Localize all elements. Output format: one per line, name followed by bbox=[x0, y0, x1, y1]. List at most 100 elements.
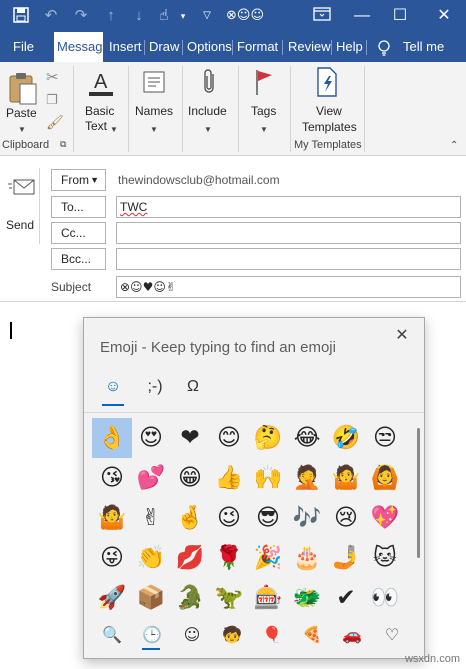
emoji-cell[interactable]: 🤔 bbox=[248, 418, 288, 458]
emoji-cell[interactable]: 🤞 bbox=[170, 498, 210, 538]
tags-button[interactable]: Tags ▼ bbox=[244, 66, 284, 138]
close-button[interactable]: ✕ bbox=[424, 0, 464, 32]
emoji-cell[interactable]: 🙆 bbox=[365, 458, 405, 498]
emoji-cell[interactable]: 😍 bbox=[131, 418, 171, 458]
emoji-cell[interactable]: 🤷 bbox=[92, 498, 132, 538]
emoji-cell[interactable]: 📦 bbox=[131, 578, 171, 618]
emoji-cell[interactable]: 💋 bbox=[170, 538, 210, 578]
emoji-cell[interactable]: 🌹 bbox=[209, 538, 249, 578]
category-smileys-icon[interactable]: ☺ bbox=[177, 622, 207, 648]
emoji-cell[interactable]: 🦖 bbox=[209, 578, 249, 618]
emoji-cell[interactable]: 🤣 bbox=[326, 418, 366, 458]
emoji-cell[interactable]: 😂 bbox=[287, 418, 327, 458]
emoji-cell[interactable]: 🐊 bbox=[170, 578, 210, 618]
emoji-cell[interactable]: 🎶 bbox=[287, 498, 327, 538]
ribbon-display-icon[interactable] bbox=[302, 0, 342, 30]
emoji-cell[interactable]: 💕 bbox=[131, 458, 171, 498]
emoji-cell[interactable]: 👍 bbox=[209, 458, 249, 498]
tell-me-search[interactable]: Tell me bbox=[400, 32, 447, 62]
touch-mode-icon[interactable]: ☝ bbox=[155, 7, 173, 25]
bcc-button[interactable]: Bcc... bbox=[51, 248, 106, 270]
copy-icon[interactable]: ❐ bbox=[46, 92, 58, 108]
category-recent-icon[interactable]: 🕒 bbox=[137, 622, 167, 648]
emoji-panel: Emoji - Keep typing to find an emoji ✕ ☺… bbox=[83, 317, 425, 659]
tab-review[interactable]: Review bbox=[285, 32, 334, 62]
paste-button[interactable]: Paste ▼ bbox=[6, 68, 40, 134]
tab-file[interactable]: File bbox=[10, 32, 37, 62]
category-travel-icon[interactable]: 🚗 bbox=[337, 622, 367, 648]
undo-icon[interactable]: ↶ bbox=[42, 7, 60, 25]
basic-text-label-2: Text bbox=[85, 119, 108, 133]
subject-field[interactable]: ⊗☺♥☺✌ bbox=[116, 276, 461, 298]
emoji-cell[interactable]: 😜 bbox=[92, 538, 132, 578]
category-people-icon[interactable]: 🧒 bbox=[217, 622, 247, 648]
to-field[interactable]: TWC bbox=[116, 196, 461, 218]
emoji-cell[interactable]: 😊 bbox=[209, 418, 249, 458]
emoji-cell[interactable]: 😢 bbox=[326, 498, 366, 538]
emoji-cell[interactable]: ✔ bbox=[326, 578, 366, 618]
to-recipient: TWC bbox=[120, 200, 148, 214]
dropdown-caret-icon[interactable]: ▾ bbox=[174, 7, 192, 25]
include-caret-icon: ▼ bbox=[204, 125, 212, 134]
symbols-tab[interactable]: Ω bbox=[180, 374, 206, 400]
emoji-tab[interactable]: ☺ bbox=[100, 374, 126, 400]
window-title: ⊗☺☺ bbox=[226, 8, 264, 23]
emoji-cell[interactable]: 🙌 bbox=[248, 458, 288, 498]
down-arrow-icon[interactable]: ↓ bbox=[130, 7, 148, 25]
lightbulb-icon[interactable] bbox=[374, 32, 394, 62]
emoji-cell[interactable]: 🎉 bbox=[248, 538, 288, 578]
emoji-cell[interactable]: 😘 bbox=[92, 458, 132, 498]
collapse-ribbon-icon[interactable]: ⌃ bbox=[450, 140, 458, 151]
emoji-cell[interactable]: 😎 bbox=[248, 498, 288, 538]
from-button[interactable]: From ▼ bbox=[51, 169, 106, 191]
emoji-cell[interactable]: 😒 bbox=[365, 418, 405, 458]
basic-text-button[interactable]: A Basic Text ▼ bbox=[78, 66, 124, 138]
category-search-icon[interactable]: 🔍 bbox=[97, 622, 127, 648]
emoji-cell[interactable]: 👏 bbox=[131, 538, 171, 578]
clipboard-launcher-icon[interactable]: ⧉ bbox=[60, 139, 66, 150]
emoji-cell[interactable]: 👌 bbox=[92, 418, 132, 458]
emoji-cell[interactable]: 👀 bbox=[365, 578, 405, 618]
send-button[interactable]: Send bbox=[0, 168, 40, 244]
emoji-cell[interactable]: 🚀 bbox=[92, 578, 132, 618]
emoji-cell[interactable]: 🎰 bbox=[248, 578, 288, 618]
emoji-cell[interactable]: ✌ bbox=[131, 498, 171, 538]
emoji-cell[interactable]: 🎂 bbox=[287, 538, 327, 578]
cc-field[interactable] bbox=[116, 222, 461, 244]
customize-icon[interactable]: ▽ bbox=[198, 7, 216, 25]
tab-message[interactable]: Message bbox=[54, 32, 103, 62]
save-icon[interactable] bbox=[12, 7, 30, 25]
emoji-cell[interactable]: 🤦 bbox=[287, 458, 327, 498]
view-templates-button[interactable]: View Templates bbox=[296, 66, 360, 138]
to-button[interactable]: To... bbox=[51, 196, 106, 218]
names-button[interactable]: Names ▼ bbox=[132, 66, 176, 138]
cut-icon[interactable]: ✂ bbox=[46, 68, 59, 86]
bcc-field[interactable] bbox=[116, 248, 461, 270]
kaomoji-tab[interactable]: ;-) bbox=[140, 374, 170, 400]
emoji-scrollbar[interactable] bbox=[417, 428, 420, 558]
category-symbols-icon[interactable]: ♡ bbox=[377, 622, 407, 648]
minimize-button[interactable]: — bbox=[342, 0, 382, 32]
include-button[interactable]: Include ▼ bbox=[186, 66, 232, 138]
emoji-cell[interactable]: ❤ bbox=[170, 418, 210, 458]
redo-icon[interactable]: ↷ bbox=[72, 7, 90, 25]
tab-help[interactable]: Help bbox=[333, 32, 366, 62]
tab-format[interactable]: Format bbox=[234, 32, 281, 62]
maximize-button[interactable]: ☐ bbox=[380, 0, 420, 32]
category-food-icon[interactable]: 🍕 bbox=[297, 622, 327, 648]
cc-button[interactable]: Cc... bbox=[51, 222, 106, 244]
up-arrow-icon[interactable]: ↑ bbox=[102, 7, 120, 25]
close-icon[interactable]: ✕ bbox=[392, 326, 412, 346]
emoji-cell[interactable]: 🐱 bbox=[365, 538, 405, 578]
tab-insert[interactable]: Insert bbox=[106, 32, 145, 62]
format-painter-icon[interactable]: 🖌 bbox=[46, 114, 64, 131]
tab-draw[interactable]: Draw bbox=[146, 32, 182, 62]
category-celebration-icon[interactable]: 🎈 bbox=[257, 622, 287, 648]
emoji-cell[interactable]: 🤳 bbox=[326, 538, 366, 578]
emoji-cell[interactable]: 🤷 bbox=[326, 458, 366, 498]
emoji-cell[interactable]: 😁 bbox=[170, 458, 210, 498]
emoji-cell[interactable]: 🐲 bbox=[287, 578, 327, 618]
emoji-cell[interactable]: 💖 bbox=[365, 498, 405, 538]
tab-options[interactable]: Options bbox=[184, 32, 235, 62]
emoji-cell[interactable]: 😉 bbox=[209, 498, 249, 538]
